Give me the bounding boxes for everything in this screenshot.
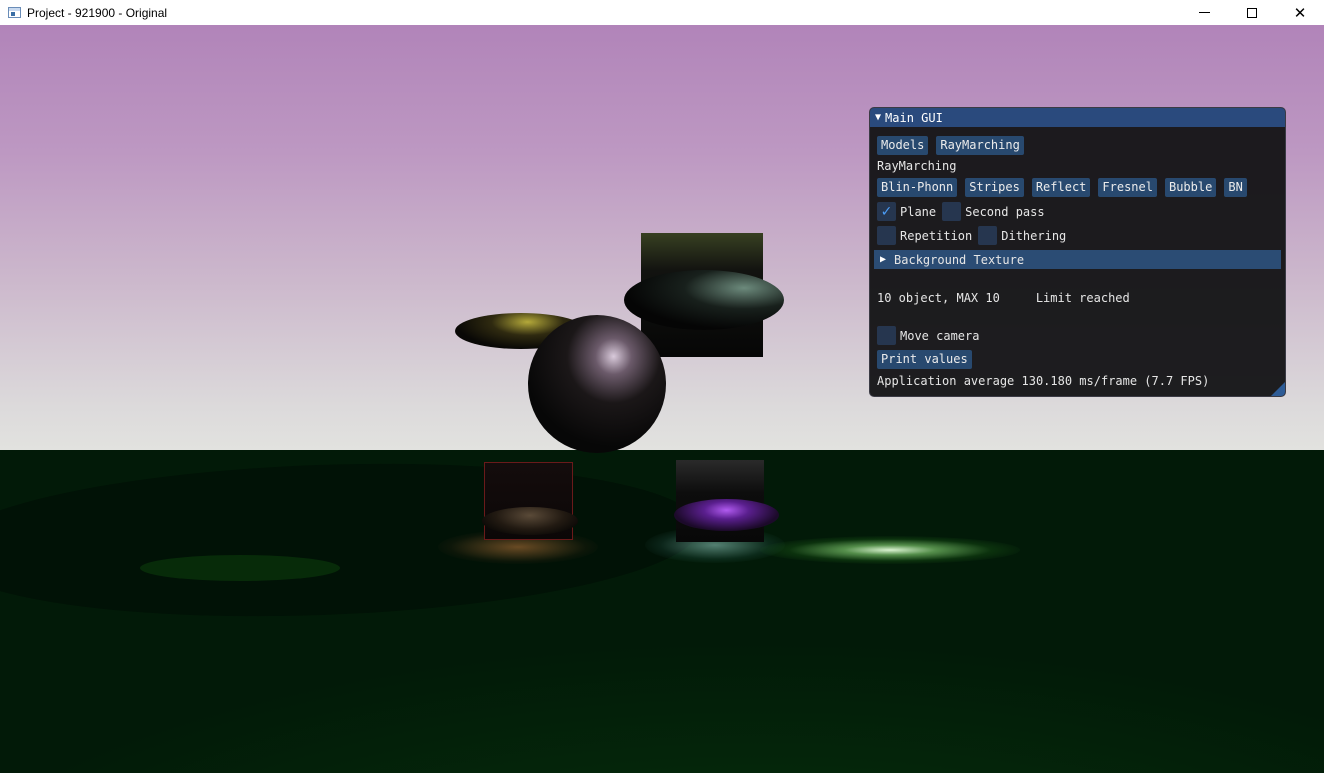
scene-sphere (528, 315, 666, 453)
move-camera-checkbox[interactable] (877, 326, 896, 345)
checkbox-row-2: Repetition Dithering (877, 226, 1072, 245)
object-count-row: 10 object, MAX 10 Limit reached (877, 291, 1130, 305)
dithering-label: Dithering (1001, 228, 1067, 243)
gui-title-bar[interactable]: ▼ Main GUI (870, 108, 1285, 127)
minimize-icon (1198, 12, 1210, 13)
resize-grip-icon[interactable] (1271, 382, 1285, 396)
scene-torus-lower-right (674, 499, 779, 531)
checkbox-row-1: ✓ Plane Second pass (877, 202, 1051, 221)
scene-torus-right (624, 270, 784, 330)
tab-models[interactable]: Models (877, 136, 929, 155)
tab-row: Models RayMarching (877, 136, 1032, 155)
window-controls: ✕ (1180, 0, 1324, 25)
stripes-button[interactable]: Stripes (965, 178, 1024, 197)
maximize-button[interactable] (1228, 0, 1276, 25)
expand-icon: ▶ (880, 254, 887, 265)
window-title: Project - 921900 - Original (27, 5, 168, 20)
section-row: RayMarching (877, 159, 956, 173)
second-pass-checkbox[interactable] (942, 202, 962, 221)
reflect-button[interactable]: Reflect (1031, 178, 1091, 197)
limit-status-text: Limit reached (1035, 291, 1130, 305)
gui-title: Main GUI (885, 110, 943, 125)
scene-light-reflection (760, 536, 1020, 564)
move-camera-label: Move camera (900, 328, 980, 343)
bn-button[interactable]: BN (1224, 178, 1247, 197)
repetition-label: Repetition (900, 228, 973, 243)
close-button[interactable]: ✕ (1276, 0, 1324, 25)
ground-shadow-oval (140, 555, 340, 581)
main-gui-panel[interactable]: ▼ Main GUI Models RayMarching RayMarchin… (869, 107, 1286, 397)
print-values-button[interactable]: Print values (877, 350, 972, 369)
object-count-text: 10 object, MAX 10 (877, 291, 1000, 305)
check-icon: ✓ (880, 203, 893, 220)
background-texture-label: Background Texture (894, 252, 1025, 267)
second-pass-label: Second pass (965, 204, 1045, 219)
move-camera-row: Move camera (877, 326, 985, 345)
minimize-button[interactable] (1180, 0, 1228, 25)
tab-raymarching[interactable]: RayMarching (936, 136, 1024, 155)
perf-row: Application average 130.180 ms/frame (7.… (877, 374, 1209, 388)
section-label: RayMarching (877, 159, 957, 173)
maximize-icon (1247, 7, 1257, 18)
plane-checkbox[interactable]: ✓ (877, 202, 896, 221)
fresnel-button[interactable]: Fresnel (1098, 178, 1157, 197)
repetition-checkbox[interactable] (877, 226, 896, 245)
dithering-checkbox[interactable] (978, 226, 998, 245)
close-icon: ✕ (1293, 3, 1307, 22)
shader-button-row: Blin-Phonn Stripes Reflect Fresnel Bubbl… (877, 178, 1255, 197)
blin-phonn-button[interactable]: Blin-Phonn (877, 178, 958, 197)
perf-text: Application average 130.180 ms/frame (7.… (877, 374, 1210, 388)
print-values-row: Print values (877, 350, 980, 369)
bubble-button[interactable]: Bubble (1164, 178, 1217, 197)
window-titlebar: Project - 921900 - Original ✕ (0, 0, 1324, 25)
collapse-icon[interactable]: ▼ (875, 112, 881, 123)
background-texture-header[interactable]: ▶ Background Texture (874, 250, 1281, 269)
scene-torus-lower-left (482, 507, 578, 535)
plane-label: Plane (900, 204, 937, 219)
app-window-icon (8, 7, 21, 18)
